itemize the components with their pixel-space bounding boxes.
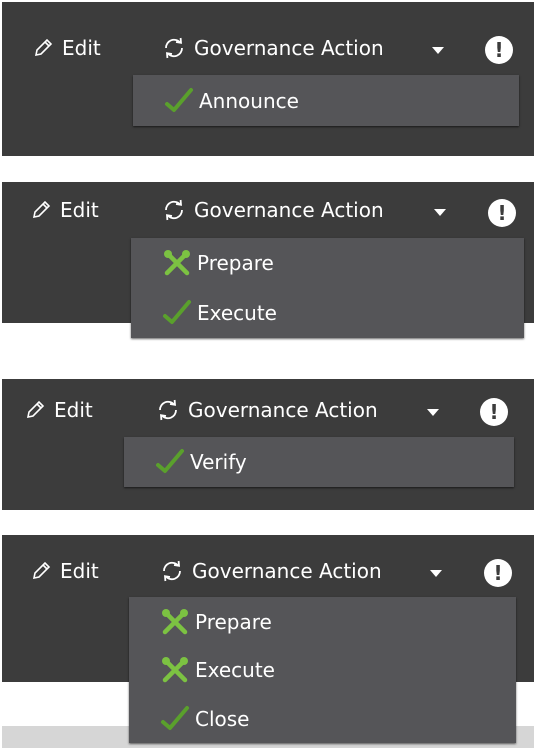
- chevron-down-icon[interactable]: [430, 570, 442, 577]
- menu-item-label: Close: [195, 706, 250, 731]
- governance-action-label: Governance Action: [192, 559, 382, 583]
- governance-action-button[interactable]: Governance Action: [162, 198, 384, 222]
- check-icon: [155, 704, 195, 734]
- menu-item-close[interactable]: Close: [129, 694, 516, 743]
- governance-action-button[interactable]: Governance Action: [162, 36, 384, 60]
- alert-icon[interactable]: !: [480, 398, 508, 426]
- pencil-icon: [24, 399, 46, 421]
- chevron-down-icon[interactable]: [432, 47, 444, 54]
- dropdown-menu: Prepare Execute Close: [129, 597, 516, 743]
- refresh-icon: [162, 36, 186, 60]
- menu-item-verify[interactable]: Verify: [124, 437, 514, 487]
- edit-button[interactable]: Edit: [32, 36, 101, 60]
- pencil-icon: [30, 199, 52, 221]
- menu-item-label: Prepare: [195, 609, 272, 634]
- check-icon: [157, 298, 197, 328]
- edit-button[interactable]: Edit: [24, 398, 93, 422]
- check-icon: [159, 86, 199, 116]
- menu-item-label: Prepare: [197, 251, 274, 275]
- dropdown-menu: Prepare Execute: [131, 238, 524, 338]
- edit-label: Edit: [62, 36, 101, 60]
- refresh-icon: [160, 559, 184, 583]
- menu-item-announce[interactable]: Announce: [133, 75, 519, 126]
- governance-action-button[interactable]: Governance Action: [156, 398, 378, 422]
- menu-item-execute[interactable]: Execute: [129, 646, 516, 694]
- governance-action-button[interactable]: Governance Action: [160, 559, 382, 583]
- dropdown-menu: Verify: [124, 437, 514, 487]
- menu-item-label: Announce: [199, 88, 299, 113]
- edit-button[interactable]: Edit: [30, 198, 99, 222]
- menu-item-label: Execute: [197, 301, 277, 325]
- alert-icon[interactable]: !: [488, 199, 516, 227]
- wrench-icon: [157, 248, 197, 278]
- chevron-down-icon[interactable]: [434, 209, 446, 216]
- refresh-icon: [162, 198, 186, 222]
- wrench-icon: [155, 607, 195, 637]
- check-icon: [150, 447, 190, 477]
- refresh-icon: [156, 398, 180, 422]
- dropdown-menu: Announce: [133, 75, 519, 126]
- menu-item-prepare[interactable]: Prepare: [129, 597, 516, 646]
- menu-item-label: Verify: [190, 450, 247, 474]
- wrench-icon: [155, 655, 195, 685]
- chevron-down-icon[interactable]: [427, 409, 439, 416]
- governance-action-label: Governance Action: [188, 398, 378, 422]
- edit-label: Edit: [60, 198, 99, 222]
- edit-label: Edit: [54, 398, 93, 422]
- governance-action-label: Governance Action: [194, 198, 384, 222]
- governance-action-label: Governance Action: [194, 36, 384, 60]
- menu-item-prepare[interactable]: Prepare: [131, 238, 524, 288]
- edit-button[interactable]: Edit: [30, 559, 99, 583]
- pencil-icon: [32, 37, 54, 59]
- pencil-icon: [30, 560, 52, 582]
- alert-icon[interactable]: !: [484, 559, 512, 587]
- alert-icon[interactable]: !: [485, 36, 513, 64]
- menu-item-execute[interactable]: Execute: [131, 288, 524, 338]
- edit-label: Edit: [60, 559, 99, 583]
- menu-item-label: Execute: [195, 658, 275, 682]
